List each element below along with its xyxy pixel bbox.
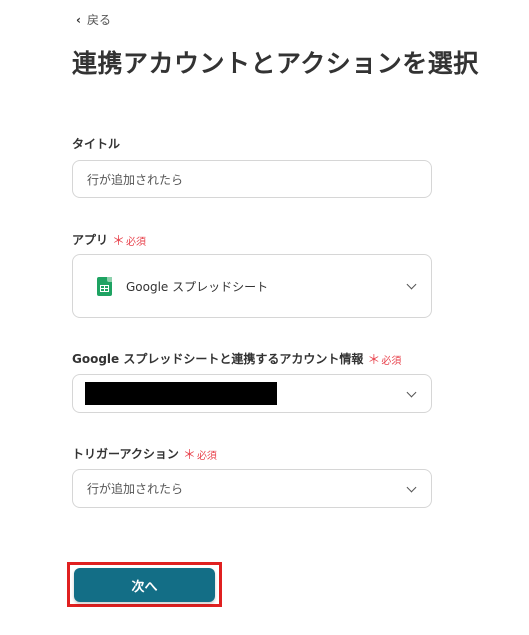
account-select[interactable] (72, 374, 432, 413)
required-mark: ＊ (182, 448, 196, 463)
required-text: 必須 (196, 451, 217, 462)
app-label-text: アプリ (72, 233, 109, 247)
required-mark: ＊ (112, 234, 126, 249)
chevron-left-icon: ‹ (76, 12, 81, 27)
required-text: 必須 (126, 237, 147, 248)
required-mark: ＊ (367, 353, 381, 368)
trigger-label: トリガーアクション ＊必須 (72, 444, 217, 463)
title-input-value: 行が追加されたら (87, 172, 184, 187)
app-label: アプリ ＊必須 (72, 230, 146, 249)
next-button-highlight: 次へ (67, 562, 222, 607)
chevron-down-icon (406, 387, 417, 397)
trigger-select[interactable]: 行が追加されたら (72, 469, 432, 508)
page-title: 連携アカウントとアクションを選択 (72, 49, 479, 78)
app-select-value: Google スプレッドシート (126, 279, 269, 294)
back-label: 戻る (86, 13, 111, 27)
required-badge: ＊必須 (183, 444, 217, 463)
app-select[interactable]: Google スプレッドシート (72, 254, 432, 318)
trigger-select-value: 行が追加されたら (87, 482, 184, 496)
required-badge: ＊必須 (367, 349, 401, 368)
account-label-text: Google スプレッドシートと連携するアカウント情報 (72, 352, 364, 366)
redacted-account-value (85, 382, 277, 405)
next-button[interactable]: 次へ (74, 568, 215, 602)
google-sheets-icon (97, 276, 112, 296)
trigger-label-text: トリガーアクション (72, 447, 179, 461)
title-input[interactable]: 行が追加されたら (72, 160, 432, 198)
back-link[interactable]: ‹ 戻る (76, 11, 111, 28)
title-label: タイトル (72, 135, 120, 152)
title-label-text: タイトル (72, 137, 121, 151)
required-text: 必須 (381, 356, 402, 367)
account-label: Google スプレッドシートと連携するアカウント情報 ＊必須 (72, 349, 401, 368)
chevron-down-icon (406, 279, 417, 290)
required-badge: ＊必須 (112, 230, 146, 249)
